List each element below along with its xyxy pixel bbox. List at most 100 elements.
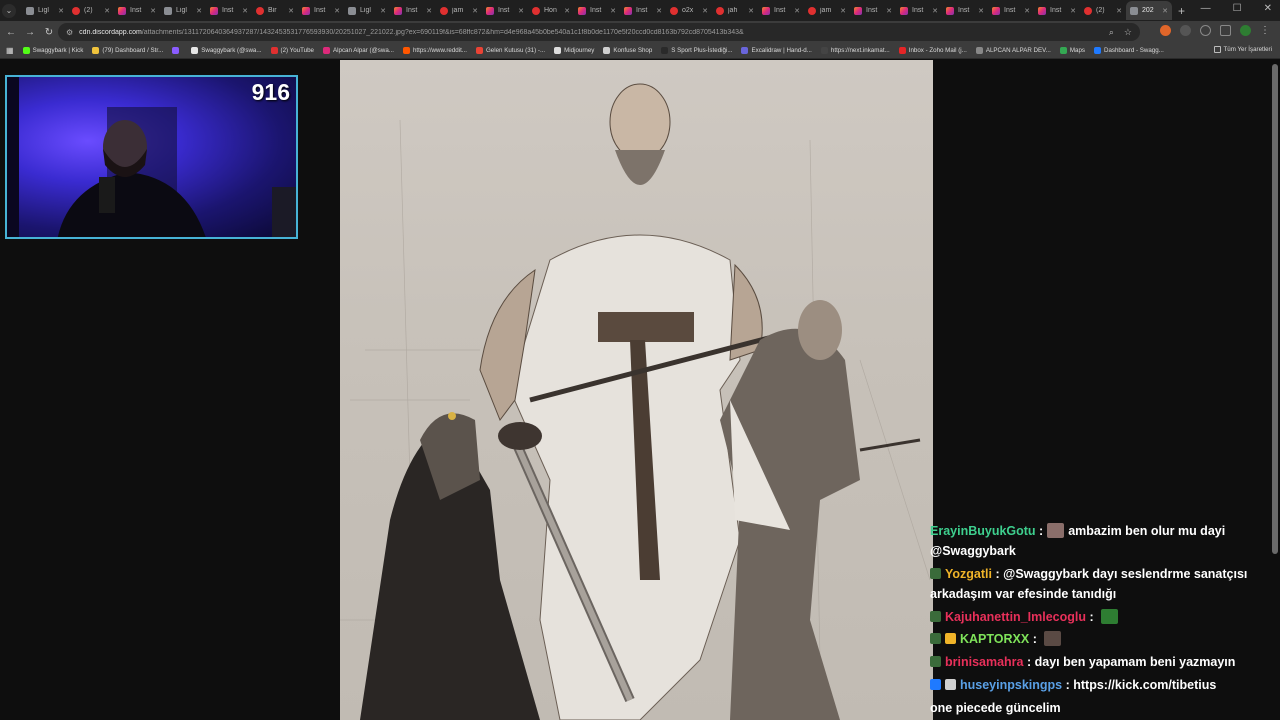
bookmark-item[interactable]: Dashboard - Swagg... (1093, 47, 1164, 54)
back-icon[interactable]: ← (3, 27, 19, 38)
browser-tab[interactable]: Bir ✕ (252, 1, 298, 20)
bookmark-item[interactable]: https://www.reddit... (402, 47, 467, 54)
browser-tab[interactable]: Ligl ✕ (344, 1, 390, 20)
all-bookmarks-button[interactable]: Tüm Yer İşaretleri (1213, 46, 1272, 53)
forward-icon[interactable]: → (22, 27, 38, 38)
bookmark-item[interactable] (172, 47, 182, 54)
bookmark-item[interactable]: Gelen Kutusu (31) -... (475, 47, 545, 54)
emote-icon (1047, 523, 1065, 538)
tab-close-icon[interactable]: ✕ (1116, 7, 1122, 15)
zoom-icon[interactable]: ⌕ (1109, 27, 1114, 38)
browser-tab[interactable]: jam ✕ (804, 1, 850, 20)
chat-username[interactable]: Kajuhanettin_Imlecoglu (945, 610, 1086, 624)
browser-tab[interactable]: Inst ✕ (988, 1, 1034, 20)
bookmark-star-icon[interactable]: ☆ (1124, 27, 1132, 38)
browser-tab[interactable]: Inst ✕ (574, 1, 620, 20)
tab-close-icon[interactable]: ✕ (886, 7, 892, 15)
tab-close-icon[interactable]: ✕ (1162, 7, 1168, 15)
close-window-icon[interactable]: ✕ (1264, 3, 1272, 14)
browser-tab[interactable]: Ligl ✕ (22, 1, 68, 20)
tab-search-icon[interactable]: ⌄ (2, 3, 16, 18)
tab-close-icon[interactable]: ✕ (932, 7, 938, 15)
extension-icon[interactable] (1160, 25, 1171, 36)
bookmark-item[interactable]: ALPCAN ALPAR DEV... (975, 47, 1051, 54)
tab-close-icon[interactable]: ✕ (150, 7, 156, 15)
browser-tab[interactable]: (2) ✕ (68, 1, 114, 20)
maximize-icon[interactable]: ☐ (1233, 3, 1242, 14)
browser-tab[interactable]: Inst ✕ (620, 1, 666, 20)
extension-icon[interactable] (1180, 25, 1191, 36)
menu-kebab-icon[interactable]: ⋮ (1260, 25, 1270, 36)
tab-close-icon[interactable]: ✕ (840, 7, 846, 15)
bookmark-item[interactable]: Konfuse Shop (603, 47, 652, 54)
bookmark-item[interactable]: Excalidraw | Hand-d... (741, 47, 812, 54)
apps-grid-icon[interactable]: ▦ (6, 46, 14, 55)
tab-close-icon[interactable]: ✕ (610, 7, 616, 15)
address-bar[interactable]: ⚙ cdn.discordapp.com/attachments/1311720… (58, 23, 1140, 41)
reload-icon[interactable]: ↻ (41, 27, 57, 38)
browser-tab[interactable]: Inst ✕ (850, 1, 896, 20)
url-text[interactable]: cdn.discordapp.com/attachments/131172064… (79, 29, 744, 36)
tab-close-icon[interactable]: ✕ (288, 7, 294, 15)
tab-close-icon[interactable]: ✕ (242, 7, 248, 15)
browser-tab[interactable]: Inst ✕ (298, 1, 344, 20)
bookmark-item[interactable]: Inbox - Zoho Mail (j... (898, 47, 967, 54)
chat-username[interactable]: huseyinpskingps (960, 678, 1062, 692)
chat-username[interactable]: Yozgatli (945, 567, 992, 581)
extensions-puzzle-icon[interactable] (1200, 25, 1211, 36)
tab-close-icon[interactable]: ✕ (518, 7, 524, 15)
profile-avatar[interactable] (1240, 25, 1251, 36)
tab-close-icon[interactable]: ✕ (702, 7, 708, 15)
tab-close-icon[interactable]: ✕ (564, 7, 570, 15)
page-scrollbar[interactable] (1272, 64, 1278, 554)
browser-tab[interactable]: jah ✕ (712, 1, 758, 20)
tab-close-icon[interactable]: ✕ (794, 7, 800, 15)
tab-favicon-icon (394, 6, 402, 15)
browser-tab[interactable]: Ligl ✕ (160, 1, 206, 20)
tab-close-icon[interactable]: ✕ (1024, 7, 1030, 15)
tab-close-icon[interactable]: ✕ (748, 7, 754, 15)
tab-close-icon[interactable]: ✕ (104, 7, 110, 15)
browser-tab[interactable]: Inst ✕ (896, 1, 942, 20)
browser-tab[interactable]: Inst ✕ (482, 1, 528, 20)
browser-tab[interactable]: Inst ✕ (114, 1, 160, 20)
chat-username[interactable]: KAPTORXX (960, 632, 1029, 646)
download-icon[interactable] (1220, 25, 1231, 36)
viewer-counter: 916 (251, 79, 290, 105)
new-tab-icon[interactable]: + (1178, 4, 1185, 18)
tab-close-icon[interactable]: ✕ (58, 7, 64, 15)
tab-close-icon[interactable]: ✕ (1070, 7, 1076, 15)
bookmark-item[interactable]: (2) YouTube (270, 47, 314, 54)
tab-close-icon[interactable]: ✕ (196, 7, 202, 15)
artwork-image[interactable] (340, 60, 933, 720)
bookmark-item[interactable]: Alpcan Alpar (@swa... (323, 47, 394, 54)
site-info-icon[interactable]: ⚙ (66, 28, 73, 37)
browser-tab[interactable]: Inst ✕ (758, 1, 804, 20)
bookmark-item[interactable]: Swaggybark | Kick (22, 47, 83, 54)
bookmark-item[interactable]: Swaggybark (@swa... (191, 47, 262, 54)
browser-tab[interactable]: 202 ✕ (1126, 1, 1172, 20)
browser-tab[interactable]: Inst ✕ (942, 1, 988, 20)
browser-tab[interactable]: Inst ✕ (1034, 1, 1080, 20)
chat-username[interactable]: ErayinBuyukGotu (930, 524, 1036, 538)
minimize-icon[interactable]: — (1201, 3, 1211, 14)
tab-close-icon[interactable]: ✕ (380, 7, 386, 15)
tab-close-icon[interactable]: ✕ (334, 7, 340, 15)
bookmark-item[interactable]: S Sport Plus-İstediği... (661, 47, 732, 54)
tab-close-icon[interactable]: ✕ (656, 7, 662, 15)
bookmark-item[interactable]: (79) Dashboard / Str... (92, 47, 163, 54)
browser-tab[interactable]: Inst ✕ (206, 1, 252, 20)
chat-separator: : (1023, 655, 1032, 669)
bookmark-item[interactable]: Maps (1059, 47, 1085, 54)
browser-tab[interactable]: jam ✕ (436, 1, 482, 20)
tab-close-icon[interactable]: ✕ (426, 7, 432, 15)
browser-tab[interactable]: o2x ✕ (666, 1, 712, 20)
tab-close-icon[interactable]: ✕ (472, 7, 478, 15)
bookmark-item[interactable]: Midjourney (554, 47, 594, 54)
browser-tab[interactable]: Inst ✕ (390, 1, 436, 20)
tab-close-icon[interactable]: ✕ (978, 7, 984, 15)
bookmark-item[interactable]: https://next.inkamat... (820, 47, 890, 54)
browser-tab[interactable]: (2) ✕ (1080, 1, 1126, 20)
browser-tab[interactable]: Hon ✕ (528, 1, 574, 20)
chat-username[interactable]: brinisamahra (945, 655, 1024, 669)
